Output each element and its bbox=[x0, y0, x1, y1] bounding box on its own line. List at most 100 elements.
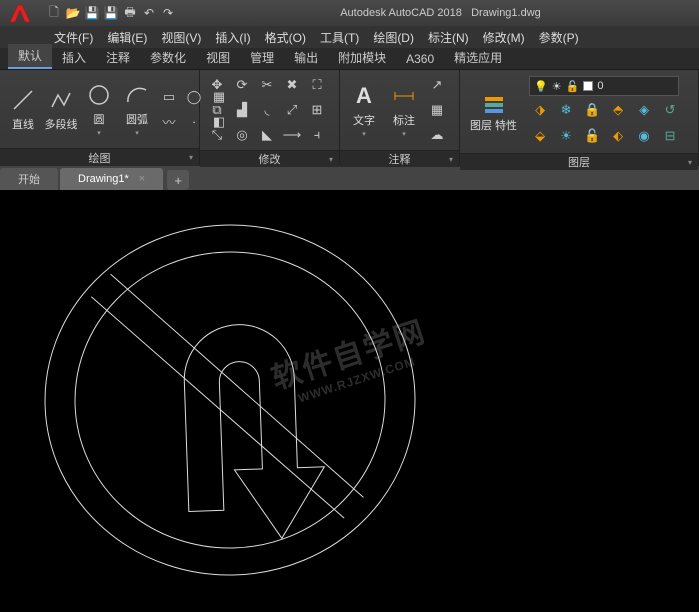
layer-on-icon[interactable]: ⬙ bbox=[529, 125, 551, 147]
trim-icon[interactable]: ✂ bbox=[256, 74, 278, 96]
layer-isolate-icon[interactable]: ◈ bbox=[633, 99, 655, 121]
arc-button[interactable]: 圆弧▾ bbox=[120, 79, 154, 139]
panel-modify: ✥ ⟳ ✂ ✖ ⛶ ⧉ ▟ ◟ ⤢ ⊞ ⤡ ◎ ◣ ⟶ ⫞ 修改 bbox=[200, 70, 340, 166]
menu-bar: 文件(F) 编辑(E) 视图(V) 插入(I) 格式(O) 工具(T) 绘图(D… bbox=[0, 26, 699, 48]
move-icon[interactable]: ✥ bbox=[206, 74, 228, 96]
explode-icon[interactable]: ⛶ bbox=[306, 74, 328, 96]
drawing-area[interactable]: 软件自学网 WWW.RJZXW.COM bbox=[0, 190, 699, 612]
dimension-icon bbox=[390, 82, 418, 110]
ribbon-tab-annotate[interactable]: 注释 bbox=[96, 46, 140, 69]
copy-icon[interactable]: ⧉ bbox=[206, 99, 228, 121]
drawing-content bbox=[0, 190, 699, 612]
plot-icon[interactable]: 🖶 bbox=[122, 5, 138, 21]
menu-parametric[interactable]: 参数(P) bbox=[533, 27, 585, 48]
offset-icon[interactable]: ◎ bbox=[231, 124, 253, 146]
new-tab-button[interactable]: + bbox=[167, 170, 189, 190]
stretch-icon[interactable]: ⤢ bbox=[281, 99, 303, 121]
layer-controls: 💡 ☀ 🔓 0 ⬗ ❄ 🔒 ⬘ ◈ ↺ ⬙ ☀ 🔓 ⬖ bbox=[525, 74, 685, 149]
doc-tab-drawing1[interactable]: Drawing1*× bbox=[60, 168, 163, 190]
ribbon-tab-output[interactable]: 输出 bbox=[284, 46, 328, 69]
ribbon-tab-featured[interactable]: 精选应用 bbox=[444, 46, 512, 69]
layer-previous-icon[interactable]: ↺ bbox=[659, 99, 681, 121]
layer-freeze-icon[interactable]: ❄ bbox=[555, 99, 577, 121]
menu-format[interactable]: 格式(O) bbox=[259, 27, 312, 48]
erase-icon[interactable]: ✖ bbox=[281, 74, 303, 96]
undo-icon[interactable]: ↶ bbox=[141, 5, 157, 21]
current-layer-name: 0 bbox=[597, 80, 603, 92]
modify-tools: ✥ ⟳ ✂ ✖ ⛶ ⧉ ▟ ◟ ⤢ ⊞ ⤡ ◎ ◣ ⟶ ⫞ bbox=[206, 74, 328, 146]
menu-tools[interactable]: 工具(T) bbox=[314, 27, 365, 48]
panel-draw-title[interactable]: 绘图 bbox=[0, 148, 199, 166]
panel-modify-title[interactable]: 修改 bbox=[200, 150, 339, 167]
ribbon-tab-default[interactable]: 默认 bbox=[8, 44, 52, 69]
layer-properties-icon bbox=[480, 90, 508, 118]
line-icon bbox=[9, 86, 37, 114]
rotate-icon[interactable]: ⟳ bbox=[231, 74, 253, 96]
fillet-icon[interactable]: ◟ bbox=[256, 99, 278, 121]
chamfer-icon[interactable]: ◣ bbox=[256, 124, 278, 146]
close-icon[interactable]: × bbox=[139, 173, 145, 185]
ribbon-tab-view[interactable]: 视图 bbox=[196, 46, 240, 69]
array-icon[interactable]: ⊞ bbox=[306, 99, 328, 121]
menu-insert[interactable]: 插入(I) bbox=[209, 27, 256, 48]
ribbon-tab-a360[interactable]: A360 bbox=[396, 49, 444, 69]
text-icon: A bbox=[350, 82, 378, 110]
doc-tab-start[interactable]: 开始 bbox=[0, 168, 58, 190]
menu-modify[interactable]: 修改(M) bbox=[477, 27, 531, 48]
polyline-icon bbox=[47, 86, 75, 114]
panel-annotate-title[interactable]: 注释 bbox=[340, 150, 459, 167]
layer-properties-button[interactable]: 图层 特性 bbox=[466, 88, 521, 134]
layer-match-icon[interactable]: ⬘ bbox=[607, 99, 629, 121]
app-logo[interactable] bbox=[0, 0, 40, 26]
layer-color-swatch bbox=[583, 81, 593, 91]
ribbon-tab-parametric[interactable]: 参数化 bbox=[140, 46, 196, 69]
redo-icon[interactable]: ↷ bbox=[160, 5, 176, 21]
align-icon[interactable]: ⫞ bbox=[306, 124, 328, 146]
panel-layer-title[interactable]: 图层 bbox=[460, 153, 698, 170]
panel-layer: 图层 特性 💡 ☀ 🔓 0 ⬗ ❄ 🔒 ⬘ ◈ ↺ ⬙ bbox=[460, 70, 699, 166]
saveas-icon[interactable]: 💾 bbox=[103, 5, 119, 21]
table-icon[interactable]: ▦ bbox=[426, 99, 448, 121]
save-icon[interactable]: 💾 bbox=[84, 5, 100, 21]
menu-view[interactable]: 视图(V) bbox=[155, 27, 207, 48]
mirror-icon[interactable]: ▟ bbox=[231, 99, 253, 121]
cloud-icon[interactable]: ☁ bbox=[426, 124, 448, 146]
leader-icon[interactable]: ↗ bbox=[426, 74, 448, 96]
panel-annotate: A 文字▾ 标注▾ ↗ ▦ ☁ 注释 bbox=[340, 70, 460, 166]
window-title: Autodesk AutoCAD 2018 Drawing1.dwg bbox=[182, 7, 699, 19]
current-layer-dropdown[interactable]: 💡 ☀ 🔓 0 bbox=[529, 76, 679, 96]
dimension-button[interactable]: 标注▾ bbox=[386, 80, 422, 140]
circle-button[interactable]: 圆▾ bbox=[82, 79, 116, 139]
extend-icon[interactable]: ⟶ bbox=[281, 124, 303, 146]
polyline-button[interactable]: 多段线 bbox=[44, 84, 78, 134]
layer-thaw-icon[interactable]: ☀ bbox=[555, 125, 577, 147]
ribbon-tab-insert[interactable]: 插入 bbox=[52, 46, 96, 69]
menu-draw[interactable]: 绘图(D) bbox=[367, 27, 420, 48]
ribbon-tab-manage[interactable]: 管理 bbox=[240, 46, 284, 69]
menu-edit[interactable]: 编辑(E) bbox=[101, 27, 153, 48]
rectangle-icon[interactable]: ▭ bbox=[158, 86, 180, 108]
layer-off-icon[interactable]: ⬗ bbox=[529, 99, 551, 121]
text-button[interactable]: A 文字▾ bbox=[346, 80, 382, 140]
layer-state-icon[interactable]: ⊟ bbox=[659, 125, 681, 147]
menu-file[interactable]: 文件(F) bbox=[48, 27, 99, 48]
line-button[interactable]: 直线 bbox=[6, 84, 40, 134]
scale-icon[interactable]: ⤡ bbox=[206, 124, 228, 146]
ribbon-tab-addins[interactable]: 附加模块 bbox=[328, 46, 396, 69]
layer-unlock-icon[interactable]: 🔓 bbox=[581, 125, 603, 147]
title-bar: 🗋 📂 💾 💾 🖶 ↶ ↷ Autodesk AutoCAD 2018 Draw… bbox=[0, 0, 699, 26]
spline-icon[interactable]: 〰 bbox=[158, 111, 180, 133]
open-icon[interactable]: 📂 bbox=[65, 5, 81, 21]
ribbon-tabs: 默认 插入 注释 参数化 视图 管理 输出 附加模块 A360 精选应用 bbox=[0, 48, 699, 70]
menu-dimension[interactable]: 标注(N) bbox=[422, 27, 475, 48]
layer-walk-icon[interactable]: ◉ bbox=[633, 125, 655, 147]
circle-icon bbox=[85, 81, 113, 109]
layer-current-icon[interactable]: ⬖ bbox=[607, 125, 629, 147]
arc-icon bbox=[123, 81, 151, 109]
layer-lock-icon[interactable]: 🔒 bbox=[581, 99, 603, 121]
lock-icon: 🔓 bbox=[566, 80, 580, 93]
bulb-icon: 💡 bbox=[534, 80, 548, 93]
panel-draw: 直线 多段线 圆▾ 圆弧▾ ▭ ◯ ▦ 〰 ∙ ◧ 绘图 bbox=[0, 70, 200, 166]
new-icon[interactable]: 🗋 bbox=[46, 5, 62, 21]
ribbon: 直线 多段线 圆▾ 圆弧▾ ▭ ◯ ▦ 〰 ∙ ◧ 绘图 bbox=[0, 70, 699, 166]
